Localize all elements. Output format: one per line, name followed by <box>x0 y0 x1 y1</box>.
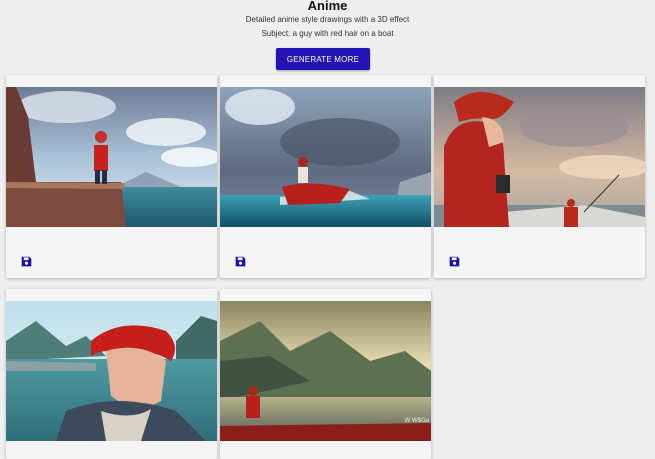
generated-image[interactable] <box>6 87 217 227</box>
image-card <box>434 75 645 278</box>
page-description: Detailed anime style drawings with a 3D … <box>245 15 410 24</box>
image-card: W W$Ga <box>220 289 431 459</box>
image-card <box>6 289 217 459</box>
floppy-disk-icon[interactable] <box>449 256 460 267</box>
image-card <box>6 75 217 278</box>
page-subject: Subject: a guy with red hair on a boat <box>261 29 394 38</box>
generate-more-button[interactable]: GENERATE MORE <box>276 48 370 70</box>
floppy-disk-icon[interactable] <box>21 256 32 267</box>
generated-image[interactable] <box>220 301 431 441</box>
page-title: Anime <box>307 0 348 13</box>
generated-image[interactable] <box>6 301 217 441</box>
generated-image[interactable] <box>220 87 431 227</box>
watermark: W W$Ga <box>404 418 429 424</box>
floppy-disk-icon[interactable] <box>235 256 246 267</box>
image-card <box>220 75 431 278</box>
generated-image[interactable] <box>434 87 645 227</box>
